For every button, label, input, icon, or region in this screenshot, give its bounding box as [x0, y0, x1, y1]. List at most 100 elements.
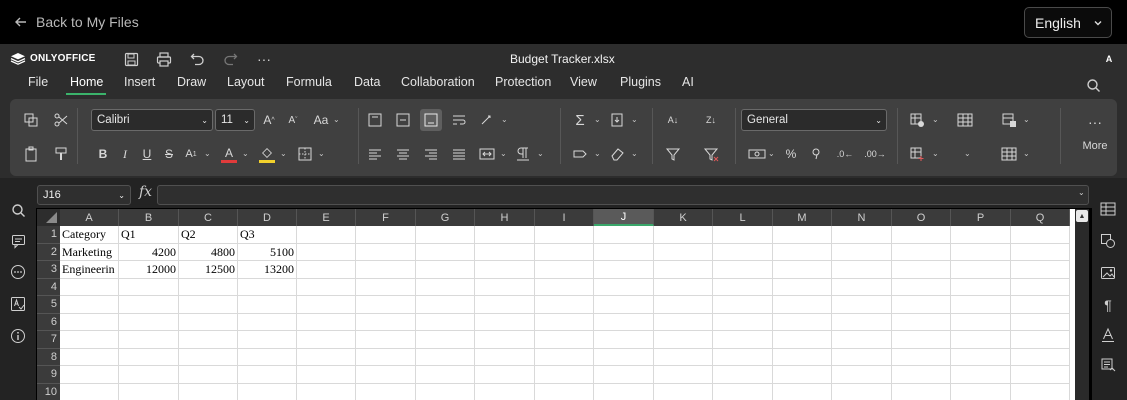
cell-d3[interactable]: 13200 [238, 261, 297, 279]
more-dots-icon[interactable]: ··· [1086, 113, 1104, 131]
fill-icon[interactable] [608, 111, 626, 129]
paragraph-direction-icon[interactable] [514, 145, 532, 163]
fill-color-icon[interactable] [258, 143, 276, 165]
cell-e3[interactable] [297, 261, 356, 279]
cell-e1[interactable] [297, 226, 356, 244]
tab-protection[interactable]: Protection [495, 75, 551, 89]
tab-view[interactable]: View [570, 75, 597, 89]
cell-h10[interactable] [475, 383, 535, 400]
cell-p6[interactable] [951, 313, 1011, 331]
cell-q9[interactable] [1011, 366, 1070, 384]
tab-collaboration[interactable]: Collaboration [401, 75, 475, 89]
spreadsheet-grid[interactable]: ABCDEFGHIJKLMNOPQ 1 2 3 4 5 6 7 8 9 10 Category Q1… [37, 209, 1075, 400]
tab-home[interactable]: Home [70, 75, 103, 89]
column-header-m[interactable]: M [773, 209, 832, 226]
row-header-3[interactable]: 3 [37, 261, 60, 279]
cell-q7[interactable] [1011, 331, 1070, 349]
chat-icon[interactable] [9, 263, 27, 281]
tab-plugins[interactable]: Plugins [620, 75, 661, 89]
cell-i9[interactable] [535, 366, 594, 384]
cell-i1[interactable] [535, 226, 594, 244]
cell-o7[interactable] [892, 331, 951, 349]
cell-o3[interactable] [892, 261, 951, 279]
autosum-icon[interactable]: Σ [571, 111, 589, 129]
cell-o6[interactable] [892, 313, 951, 331]
format-cells-icon[interactable] [1000, 145, 1018, 163]
cell-e7[interactable] [297, 331, 356, 349]
column-header-p[interactable]: P [951, 209, 1011, 226]
save-icon[interactable] [122, 50, 140, 68]
cell-settings-icon[interactable] [1099, 200, 1117, 218]
cell-b3[interactable]: 12000 [119, 261, 179, 279]
row-header-4[interactable]: 4 [37, 278, 60, 296]
cell-q8[interactable] [1011, 348, 1070, 366]
bold-icon[interactable]: B [94, 145, 112, 163]
cell-a5[interactable] [60, 296, 119, 314]
cell-b7[interactable] [119, 331, 179, 349]
column-header-f[interactable]: F [356, 209, 416, 226]
cell-d2[interactable]: 5100 [238, 243, 297, 261]
cell-h6[interactable] [475, 313, 535, 331]
cell-h1[interactable] [475, 226, 535, 244]
cell-c8[interactable] [179, 348, 238, 366]
cell-f7[interactable] [356, 331, 416, 349]
cell-i4[interactable] [535, 278, 594, 296]
cell-b4[interactable] [119, 278, 179, 296]
image-settings-icon[interactable] [1099, 264, 1117, 282]
cell-d6[interactable] [238, 313, 297, 331]
percent-icon[interactable]: % [782, 145, 800, 163]
redo-icon[interactable] [221, 50, 239, 68]
cell-h5[interactable] [475, 296, 535, 314]
vertical-scrollbar[interactable] [1075, 209, 1089, 400]
cell-h8[interactable] [475, 348, 535, 366]
cell-d1[interactable]: Q3 [238, 226, 297, 244]
cell-k5[interactable] [654, 296, 713, 314]
cell-e2[interactable] [297, 243, 356, 261]
cut-icon[interactable] [52, 111, 70, 129]
cell-i8[interactable] [535, 348, 594, 366]
chevron-down-icon[interactable]: ⌄ [964, 149, 971, 158]
column-header-i[interactable]: I [535, 209, 594, 226]
shape-settings-icon[interactable] [1099, 232, 1117, 250]
cell-a7[interactable] [60, 331, 119, 349]
cell-f5[interactable] [356, 296, 416, 314]
cell-a2[interactable]: Marketing [60, 243, 119, 261]
cell-f9[interactable] [356, 366, 416, 384]
cell-d10[interactable] [238, 383, 297, 400]
cell-c5[interactable] [179, 296, 238, 314]
cell-f6[interactable] [356, 313, 416, 331]
cell-p1[interactable] [951, 226, 1011, 244]
cell-c10[interactable] [179, 383, 238, 400]
cell-k7[interactable] [654, 331, 713, 349]
cell-j6[interactable] [594, 313, 654, 331]
cell-o4[interactable] [892, 278, 951, 296]
cell-n8[interactable] [832, 348, 892, 366]
cell-l1[interactable] [713, 226, 773, 244]
cell-a1[interactable]: Category [60, 226, 119, 244]
cell-l6[interactable] [713, 313, 773, 331]
cell-q5[interactable] [1011, 296, 1070, 314]
cell-k2[interactable] [654, 243, 713, 261]
cell-n9[interactable] [832, 366, 892, 384]
cell-e4[interactable] [297, 278, 356, 296]
sort-ascending-icon[interactable]: A↓ [664, 111, 682, 129]
cell-d5[interactable] [238, 296, 297, 314]
more-horizontal-icon[interactable]: ··· [255, 50, 273, 68]
cell-k9[interactable] [654, 366, 713, 384]
row-header-2[interactable]: 2 [37, 243, 60, 261]
wrap-text-icon[interactable] [450, 111, 468, 129]
row-header-9[interactable]: 9 [37, 366, 60, 384]
cell-a4[interactable] [60, 278, 119, 296]
cell-m4[interactable] [773, 278, 832, 296]
scroll-up-icon[interactable]: ▲ [1076, 210, 1088, 222]
cell-b9[interactable] [119, 366, 179, 384]
cell-h3[interactable] [475, 261, 535, 279]
cell-l7[interactable] [713, 331, 773, 349]
cell-q3[interactable] [1011, 261, 1070, 279]
cell-n7[interactable] [832, 331, 892, 349]
print-icon[interactable] [155, 50, 173, 68]
cell-k10[interactable] [654, 383, 713, 400]
cell-n5[interactable] [832, 296, 892, 314]
tab-ai[interactable]: AI [682, 75, 694, 89]
cell-g5[interactable] [416, 296, 475, 314]
